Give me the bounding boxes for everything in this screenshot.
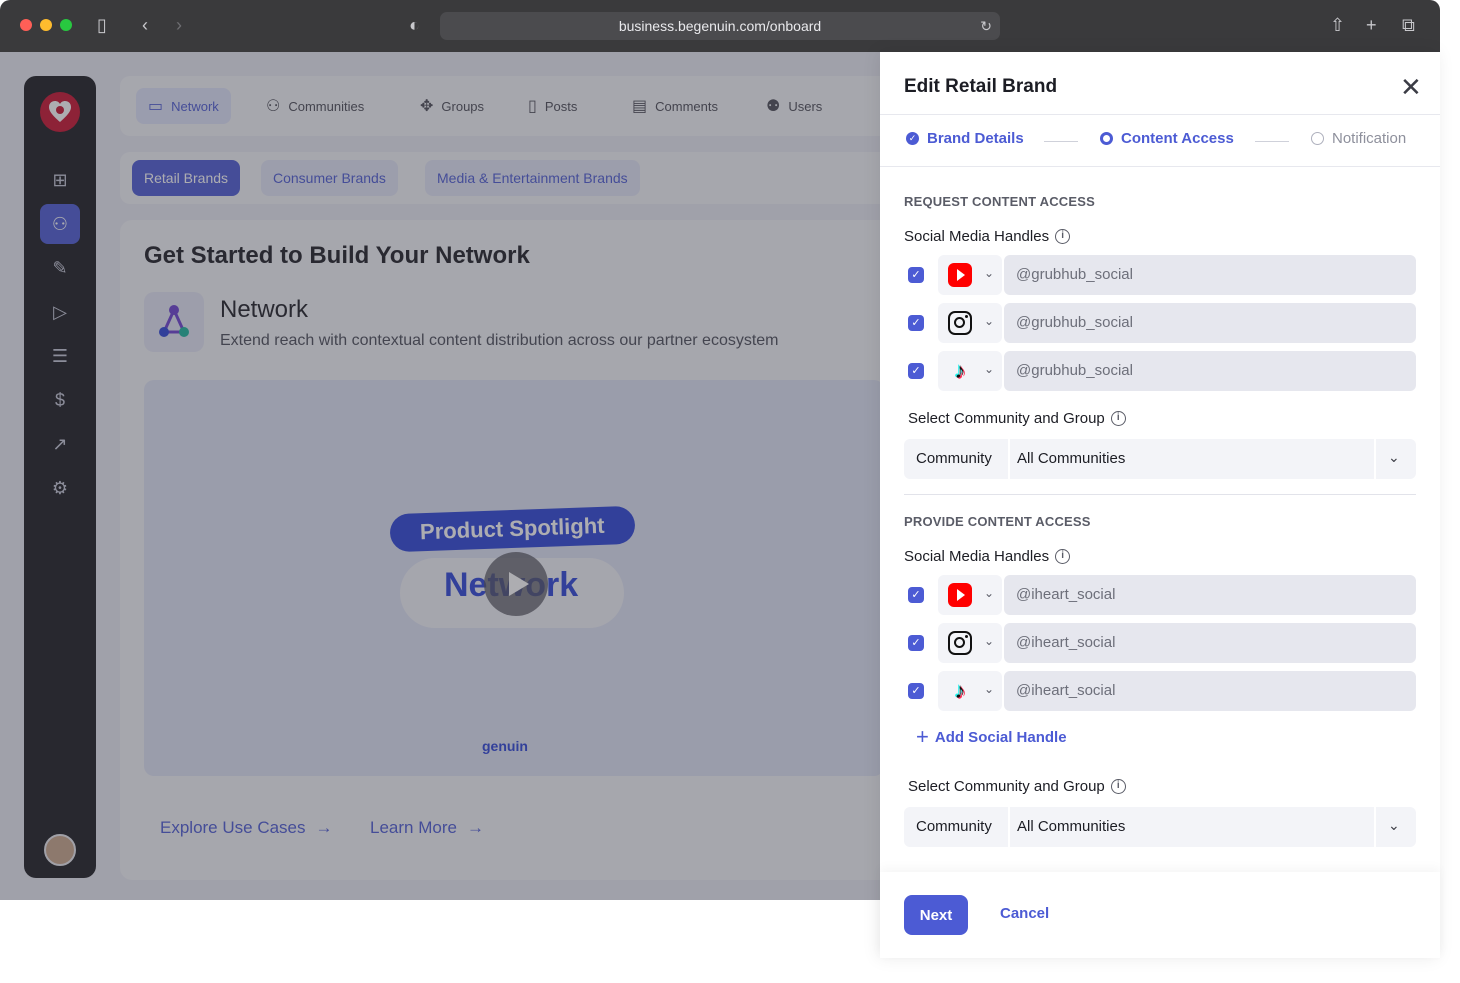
- step-notification[interactable]: Notification: [1311, 130, 1406, 147]
- chevron-down-icon: ⌄: [984, 634, 995, 648]
- handle-checkbox[interactable]: ✓: [908, 587, 924, 603]
- chevron-down-icon: ⌄: [984, 314, 995, 328]
- handle-input[interactable]: @iheart_social: [1004, 623, 1416, 663]
- community-field-label: Community: [916, 450, 992, 467]
- panel-footer: Next Cancel: [880, 872, 1440, 958]
- info-icon[interactable]: i: [1110, 779, 1126, 794]
- add-social-handle-button[interactable]: + Add Social Handle: [916, 724, 1067, 749]
- community-value: All Communities: [1017, 818, 1126, 835]
- new-tab-icon[interactable]: +: [1366, 14, 1377, 36]
- tiktok-icon: ♪: [954, 678, 966, 703]
- step-separator: [1044, 141, 1078, 142]
- youtube-icon: [948, 583, 972, 607]
- address-bar[interactable]: business.begenuin.com/onboard ↻: [440, 12, 1000, 40]
- platform-select[interactable]: ♪ ⌄: [938, 351, 1002, 391]
- request-handle-row: ✓ ♪ ⌄ @grubhub_social: [904, 351, 1416, 391]
- handle-input[interactable]: @grubhub_social: [1004, 303, 1416, 343]
- forward-icon[interactable]: ›: [176, 14, 182, 36]
- check-circle-icon: ✓: [906, 132, 919, 145]
- handle-input[interactable]: @iheart_social: [1004, 575, 1416, 615]
- upcoming-step-icon: [1311, 132, 1324, 145]
- edit-retail-brand-panel: Edit Retail Brand ✕ ✓ Brand Details Conte…: [880, 52, 1440, 958]
- request-handle-row: ✓ ⌄ @grubhub_social: [904, 255, 1416, 295]
- chevron-down-icon: ⌄: [984, 682, 995, 696]
- platform-select[interactable]: ⌄: [938, 255, 1002, 295]
- handle-input[interactable]: @grubhub_social: [1004, 351, 1416, 391]
- request-community-select[interactable]: Community All Communities ⌄: [904, 439, 1416, 479]
- minimize-window-button[interactable]: [40, 19, 52, 31]
- platform-select[interactable]: ⌄: [938, 623, 1002, 663]
- platform-select[interactable]: ⌄: [938, 575, 1002, 615]
- close-icon[interactable]: ✕: [1400, 74, 1422, 100]
- info-icon[interactable]: i: [1055, 229, 1071, 244]
- step-content-access[interactable]: Content Access: [1100, 130, 1234, 147]
- youtube-icon: [948, 263, 972, 287]
- handle-input[interactable]: @iheart_social: [1004, 671, 1416, 711]
- field-divider: [1008, 439, 1010, 479]
- modal-backdrop[interactable]: [0, 52, 880, 900]
- request-handle-row: ✓ ⌄ @grubhub_social: [904, 303, 1416, 343]
- handle-checkbox[interactable]: ✓: [908, 315, 924, 331]
- platform-select[interactable]: ♪ ⌄: [938, 671, 1002, 711]
- maximize-window-button[interactable]: [60, 19, 72, 31]
- back-icon[interactable]: ‹: [142, 14, 148, 36]
- community-field-label: Community: [916, 818, 992, 835]
- handle-checkbox[interactable]: ✓: [908, 683, 924, 699]
- header-divider: [880, 114, 1440, 115]
- browser-toolbar: ▯ ‹ › ◐ business.begenuin.com/onboard ↻ …: [0, 0, 1440, 52]
- step-separator: [1255, 141, 1289, 142]
- provide-community-label: Select Community and Group i: [908, 778, 1126, 795]
- stepper-divider: [880, 166, 1440, 167]
- reload-icon[interactable]: ↻: [980, 12, 992, 40]
- chevron-down-icon[interactable]: ⌄: [1388, 449, 1400, 466]
- info-icon[interactable]: i: [1055, 549, 1071, 564]
- provide-section-title: PROVIDE CONTENT ACCESS: [904, 514, 1091, 529]
- shield-icon[interactable]: ◐: [409, 14, 420, 36]
- chevron-down-icon[interactable]: ⌄: [1388, 817, 1400, 834]
- request-section-title: REQUEST CONTENT ACCESS: [904, 194, 1095, 209]
- provide-handle-row: ✓ ⌄ @iheart_social: [904, 575, 1416, 615]
- handle-input[interactable]: @grubhub_social: [1004, 255, 1416, 295]
- request-handles-label: Social Media Handles i: [904, 228, 1071, 245]
- request-community-label: Select Community and Group i: [908, 410, 1126, 427]
- plus-icon: +: [916, 724, 929, 749]
- tabs-overview-icon[interactable]: ⧉: [1402, 14, 1415, 36]
- handle-checkbox[interactable]: ✓: [908, 635, 924, 651]
- provide-handle-row: ✓ ⌄ @iheart_social: [904, 623, 1416, 663]
- platform-select[interactable]: ⌄: [938, 303, 1002, 343]
- tiktok-icon: ♪: [954, 358, 966, 383]
- url-text: business.begenuin.com/onboard: [618, 18, 822, 34]
- step-brand-details[interactable]: ✓ Brand Details: [906, 130, 1024, 147]
- provide-community-select[interactable]: Community All Communities ⌄: [904, 807, 1416, 847]
- field-divider: [1374, 807, 1376, 847]
- handle-checkbox[interactable]: ✓: [908, 363, 924, 379]
- section-divider: [904, 494, 1416, 495]
- sidebar-toggle-icon[interactable]: ▯: [97, 14, 107, 36]
- cancel-button[interactable]: Cancel: [1000, 905, 1049, 922]
- current-step-icon: [1100, 132, 1113, 145]
- field-divider: [1374, 439, 1376, 479]
- close-window-button[interactable]: [20, 19, 32, 31]
- share-icon[interactable]: ⇧: [1330, 14, 1345, 36]
- field-divider: [1008, 807, 1010, 847]
- chevron-down-icon: ⌄: [984, 586, 995, 600]
- instagram-icon: [948, 311, 972, 335]
- next-button[interactable]: Next: [904, 895, 968, 935]
- provide-handles-label: Social Media Handles i: [904, 548, 1071, 565]
- handle-checkbox[interactable]: ✓: [908, 267, 924, 283]
- provide-handle-row: ✓ ♪ ⌄ @iheart_social: [904, 671, 1416, 711]
- info-icon[interactable]: i: [1110, 411, 1126, 426]
- panel-title: Edit Retail Brand: [904, 76, 1058, 97]
- chevron-down-icon: ⌄: [984, 266, 995, 280]
- community-value: All Communities: [1017, 450, 1126, 467]
- instagram-icon: [948, 631, 972, 655]
- chevron-down-icon: ⌄: [984, 362, 995, 376]
